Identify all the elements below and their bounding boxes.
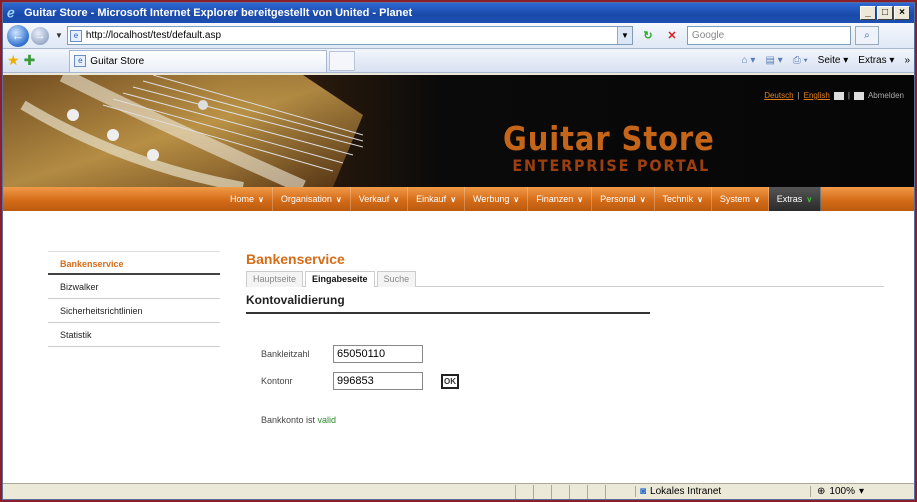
tab-suche[interactable]: Suche <box>376 271 417 287</box>
konto-input[interactable] <box>333 372 423 390</box>
address-dropdown-icon[interactable]: ▼ <box>616 27 632 44</box>
search-icon[interactable]: ⌕ <box>854 26 879 45</box>
page-icon: e <box>69 29 82 42</box>
ok-button[interactable]: OK <box>441 373 459 389</box>
menu-einkauf[interactable]: Einkauf ∨ <box>408 187 466 211</box>
command-bar: ⌂ ▾ ▤ ▾ ⎙ ▾ Seite ▾ Extras ▾ » <box>742 55 910 66</box>
window-title: Guitar Store - Microsoft Internet Explor… <box>24 7 413 19</box>
chevron-down-icon: ∨ <box>639 194 646 204</box>
result-status: valid <box>317 415 337 425</box>
feeds-icon[interactable]: ▤ ▾ <box>765 55 782 66</box>
chevron-down-icon: ∨ <box>393 194 400 204</box>
site-logo[interactable]: Guitar Store ENTERPRISE PORTAL <box>503 121 744 175</box>
tab-hauptseite[interactable]: Hauptseite <box>246 271 304 287</box>
minimize-button[interactable]: _ <box>860 6 876 20</box>
extras-menu[interactable]: Extras ▾ <box>858 55 894 66</box>
back-button[interactable]: ← <box>7 24 29 47</box>
web-page: Guitar Store ENTERPRISE PORTAL Deutsch |… <box>3 75 914 489</box>
blz-input[interactable] <box>333 345 423 363</box>
menu-verkauf[interactable]: Verkauf ∨ <box>351 187 409 211</box>
logout-link[interactable]: Abmelden <box>868 91 904 100</box>
link-english[interactable]: English <box>804 91 830 100</box>
validation-result: Bankkonto ist valid <box>261 415 884 425</box>
menu-personal[interactable]: Personal ∨ <box>592 187 655 211</box>
konto-label: Kontonr <box>261 376 293 386</box>
history-dropdown-icon[interactable]: ▼ <box>55 31 63 40</box>
new-tab-button[interactable] <box>329 50 356 71</box>
top-links: Deutsch | English | Abmelden <box>764 91 904 100</box>
add-favorites-icon[interactable]: ✚ <box>24 52 36 69</box>
menu-werbung[interactable]: Werbung ∨ <box>465 187 529 211</box>
chevron-more-icon[interactable]: » <box>904 55 910 66</box>
zoom-control[interactable]: ⊕ 100% ▾ <box>810 486 864 497</box>
menu-technik[interactable]: Technik ∨ <box>655 187 712 211</box>
link-deutsch[interactable]: Deutsch <box>764 91 793 100</box>
stop-icon[interactable]: ✕ <box>663 27 681 45</box>
sidebar: Bankenservice Bizwalker Sicherheitsricht… <box>48 251 220 347</box>
tab-page-icon: e <box>74 55 87 67</box>
intranet-icon: ◙ <box>640 486 647 497</box>
ie-logo-icon: ℯ <box>7 5 15 20</box>
lang-separator: | <box>797 91 800 100</box>
blz-label: Bankleitzahl <box>261 349 310 359</box>
search-input[interactable]: Google <box>686 26 851 45</box>
home-icon[interactable]: ⌂ ▾ <box>742 55 756 66</box>
monitor-icon[interactable] <box>853 91 864 100</box>
sidebar-item-sicherheitsrichtlinien[interactable]: Sicherheitsrichtlinien <box>48 299 220 323</box>
main-menu: Home ∨ Organisation ∨ Verkauf ∨ Einkauf ∨ We… <box>3 187 914 213</box>
sidebar-item-bizwalker[interactable]: Bizwalker <box>48 275 220 299</box>
chevron-down-icon: ∨ <box>513 194 520 204</box>
flag-icon[interactable] <box>833 91 844 100</box>
chevron-down-icon: ∨ <box>753 194 760 204</box>
zoom-icon: ⊕ <box>817 486 826 497</box>
section-title: Kontovalidierung <box>246 293 650 314</box>
tab-guitar-store[interactable]: e Guitar Store <box>69 49 328 72</box>
validation-form: Bankleitzahl Kontonr OK Bankkonto ist va… <box>261 342 884 425</box>
maximize-button[interactable]: □ <box>877 6 893 20</box>
favorites-star-icon[interactable]: ★ <box>7 52 20 69</box>
print-icon[interactable]: ⎙ ▾ <box>793 55 808 66</box>
chevron-down-icon: ∨ <box>577 194 584 204</box>
chevron-down-icon: ∨ <box>335 194 342 204</box>
sidebar-item-statistik[interactable]: Statistik <box>48 323 220 347</box>
logo-title: Guitar Store <box>503 119 715 158</box>
site-banner: Guitar Store ENTERPRISE PORTAL Deutsch |… <box>3 75 914 187</box>
guitar-image <box>3 75 363 187</box>
sidebar-item-bankenservice[interactable]: Bankenservice <box>48 251 220 275</box>
logo-subtitle: ENTERPRISE PORTAL <box>512 156 711 175</box>
security-zone[interactable]: ◙ Lokales Intranet <box>635 486 800 497</box>
browser-window: ℯ Guitar Store - Microsoft Internet Expl… <box>2 2 915 500</box>
chevron-down-icon: ∨ <box>697 194 703 204</box>
tab-label: Guitar Store <box>90 55 145 67</box>
status-bar: ◙ Lokales Intranet ⊕ 100% ▾ <box>3 483 914 499</box>
chevron-down-icon: ∨ <box>450 194 457 204</box>
main-content: Bankenservice Hauptseite Eingabeseite Su… <box>246 251 884 425</box>
close-button[interactable]: × <box>894 6 910 20</box>
tab-toolbar: ★ ✚ e Guitar Store ⌂ ▾ ▤ ▾ ⎙ ▾ Seite ▾ E… <box>3 49 914 73</box>
page-title: Bankenservice <box>246 251 345 267</box>
zone-label: Lokales Intranet <box>650 486 722 497</box>
refresh-icon[interactable]: ↻ <box>639 27 657 45</box>
menu-home[interactable]: Home ∨ <box>222 187 273 211</box>
menu-finanzen[interactable]: Finanzen ∨ <box>528 187 593 211</box>
address-text: http://localhost/test/default.asp <box>85 30 222 41</box>
menu-organisation[interactable]: Organisation ∨ <box>273 187 351 211</box>
content-tabs: Hauptseite Eingabeseite Suche <box>246 271 884 287</box>
address-toolbar: ← → ▼ e http://localhost/test/default.as… <box>3 23 914 49</box>
tab-eingabeseite[interactable]: Eingabeseite <box>305 271 375 287</box>
chevron-down-icon: ∨ <box>258 194 264 204</box>
chevron-down-icon: ▾ <box>858 486 864 497</box>
menu-extras[interactable]: Extras ∨ <box>768 187 822 211</box>
chevron-down-icon: ∨ <box>806 194 813 204</box>
result-prefix: Bankkonto ist <box>261 415 316 425</box>
page-menu[interactable]: Seite ▾ <box>818 55 849 66</box>
zoom-level: 100% <box>829 486 855 497</box>
title-bar: ℯ Guitar Store - Microsoft Internet Expl… <box>3 3 914 23</box>
menu-system[interactable]: System ∨ <box>712 187 769 211</box>
address-field[interactable]: e http://localhost/test/default.asp ▼ <box>66 26 633 45</box>
forward-button[interactable]: → <box>31 26 49 45</box>
